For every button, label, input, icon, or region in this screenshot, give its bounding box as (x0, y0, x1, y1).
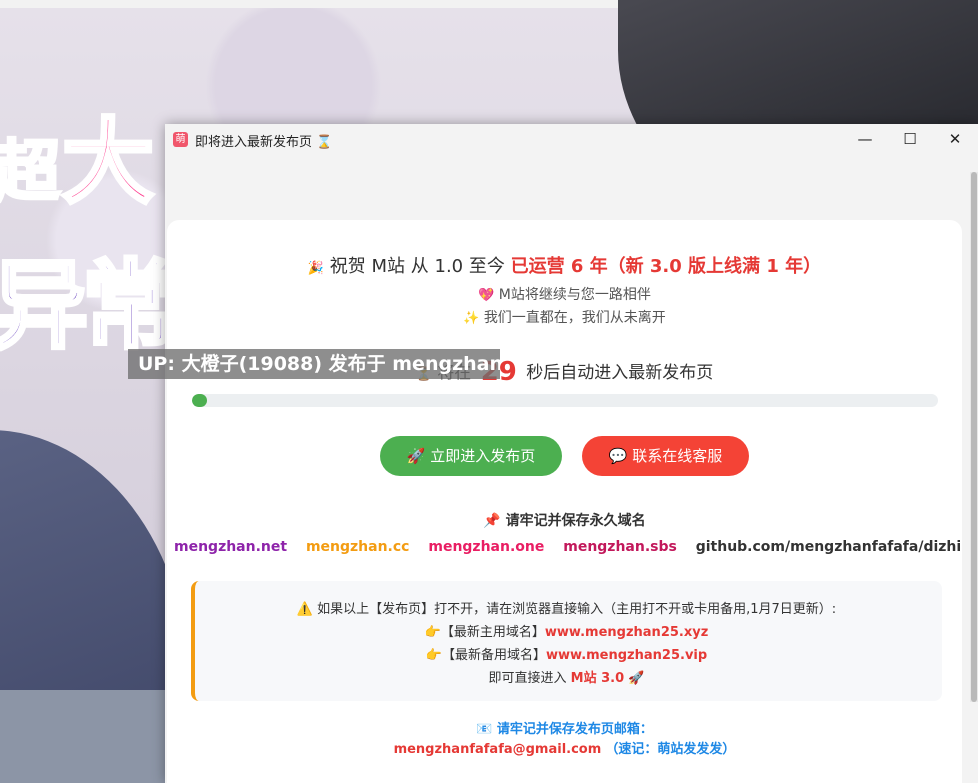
domain-link[interactable]: mengzhan.one (428, 539, 544, 555)
email-title: 📧 请牢记并保存发布页邮箱： (476, 722, 653, 737)
close-button[interactable]: ✕ (932, 124, 978, 154)
always-here-text: 我们一直都在，我们从未离开 (483, 310, 666, 326)
scrollbar-thumb[interactable] (971, 172, 977, 702)
rocket-icon: 🚀 (628, 671, 645, 686)
art-title-char-2: 大 (60, 107, 156, 218)
always-here-line: ✨ 我们一直都在，我们从未离开 (167, 307, 962, 327)
title-bar[interactable]: 萌 即将进入最新发布页 ⌛ — ☐ ✕ (165, 124, 978, 154)
contact-support-button[interactable]: 💬 联系在线客服 (582, 436, 749, 476)
heart-icon: 💖 (478, 288, 495, 303)
domain-list: mengzhan.net mengzhan.cc mengzhan.one me… (167, 539, 962, 555)
companion-line: 💖 M站将继续与您一路相伴 (167, 284, 962, 304)
minimize-button[interactable]: — (842, 124, 888, 154)
domain-link[interactable]: mengzhan.net (174, 539, 287, 555)
primary-domain-link[interactable]: www.mengzhan25.xyz (545, 625, 708, 640)
scrollbar[interactable] (970, 172, 978, 702)
sparkle-icon: ✨ (463, 311, 480, 326)
backup-domain-label: 👉【最新备用域名】 (425, 648, 546, 663)
art-title-char-1: 超 (0, 132, 62, 212)
companion-text: M站将继续与您一路相伴 (498, 287, 651, 303)
domain-link[interactable]: github.com/mengzhanfafafa/dizhi (696, 539, 961, 555)
enter-line-highlight: M站 3.0 (570, 671, 625, 686)
enter-release-page-button[interactable]: 🚀 立即进入发布页 (380, 436, 562, 476)
window-title: 即将进入最新发布页 ⌛ (195, 135, 333, 150)
countdown-suffix: 秒后自动进入最新发布页 (526, 363, 714, 383)
congrats-text: 祝贺 M站 从 1.0 至今 (329, 256, 505, 277)
domain-link[interactable]: mengzhan.sbs (563, 539, 677, 555)
primary-domain-label: 👉【最新主用域名】 (424, 625, 545, 640)
fallback-notice: ⚠️ 如果以上【发布页】打不开，请在浏览器直接输入（主用打不开或卡用备用,1月7… (191, 581, 942, 701)
congrats-highlight: 已运营 6 年（新 3.0 版上线满 1 年） (510, 256, 822, 277)
backup-domain-link[interactable]: www.mengzhan25.vip (546, 648, 707, 663)
email-mnemonic: （速记：萌站发发发） (605, 742, 736, 757)
domain-link[interactable]: mengzhan.cc (306, 539, 410, 555)
notice-primary-domain: 👉【最新主用域名】www.mengzhan25.xyz (195, 621, 938, 640)
countdown-progress-bar (192, 394, 938, 407)
notice-enter-line: 即可直接进入 M站 3.0 🚀 (195, 667, 938, 686)
notice-warning: ⚠️ 如果以上【发布页】打不开，请在浏览器直接输入（主用打不开或卡用备用,1月7… (296, 602, 837, 617)
maximize-button[interactable]: ☐ (887, 124, 933, 154)
enter-line-prefix: 即可直接进入 (488, 671, 567, 686)
notice-backup-domain: 👉【最新备用域名】www.mengzhan25.vip (195, 644, 938, 663)
content-card: 🎉 祝贺 M站 从 1.0 至今 已运营 6 年（新 3.0 版上线满 1 年）… (167, 220, 962, 783)
party-icon: 🎉 (307, 261, 325, 276)
permanent-domains-title: 📌 请牢记并保存永久域名 (483, 513, 646, 529)
uploader-overlay: UP: 大橙子(19088) 发布于 mengzhan.cc (128, 349, 500, 379)
email-line: mengzhanfafafa@gmail.com （速记：萌站发发发） (167, 738, 962, 757)
popup-window: 萌 即将进入最新发布页 ⌛ — ☐ ✕ 🎉 祝贺 M站 从 1.0 至今 已运营… (165, 124, 978, 783)
background-floor (0, 690, 170, 783)
email-address[interactable]: mengzhanfafafa@gmail.com (394, 742, 602, 757)
progress-fill (192, 394, 207, 407)
congrats-line: 🎉 祝贺 M站 从 1.0 至今 已运营 6 年（新 3.0 版上线满 1 年） (167, 252, 962, 278)
art-title-char-3: 异常 (0, 248, 180, 364)
app-icon: 萌 (173, 132, 188, 147)
